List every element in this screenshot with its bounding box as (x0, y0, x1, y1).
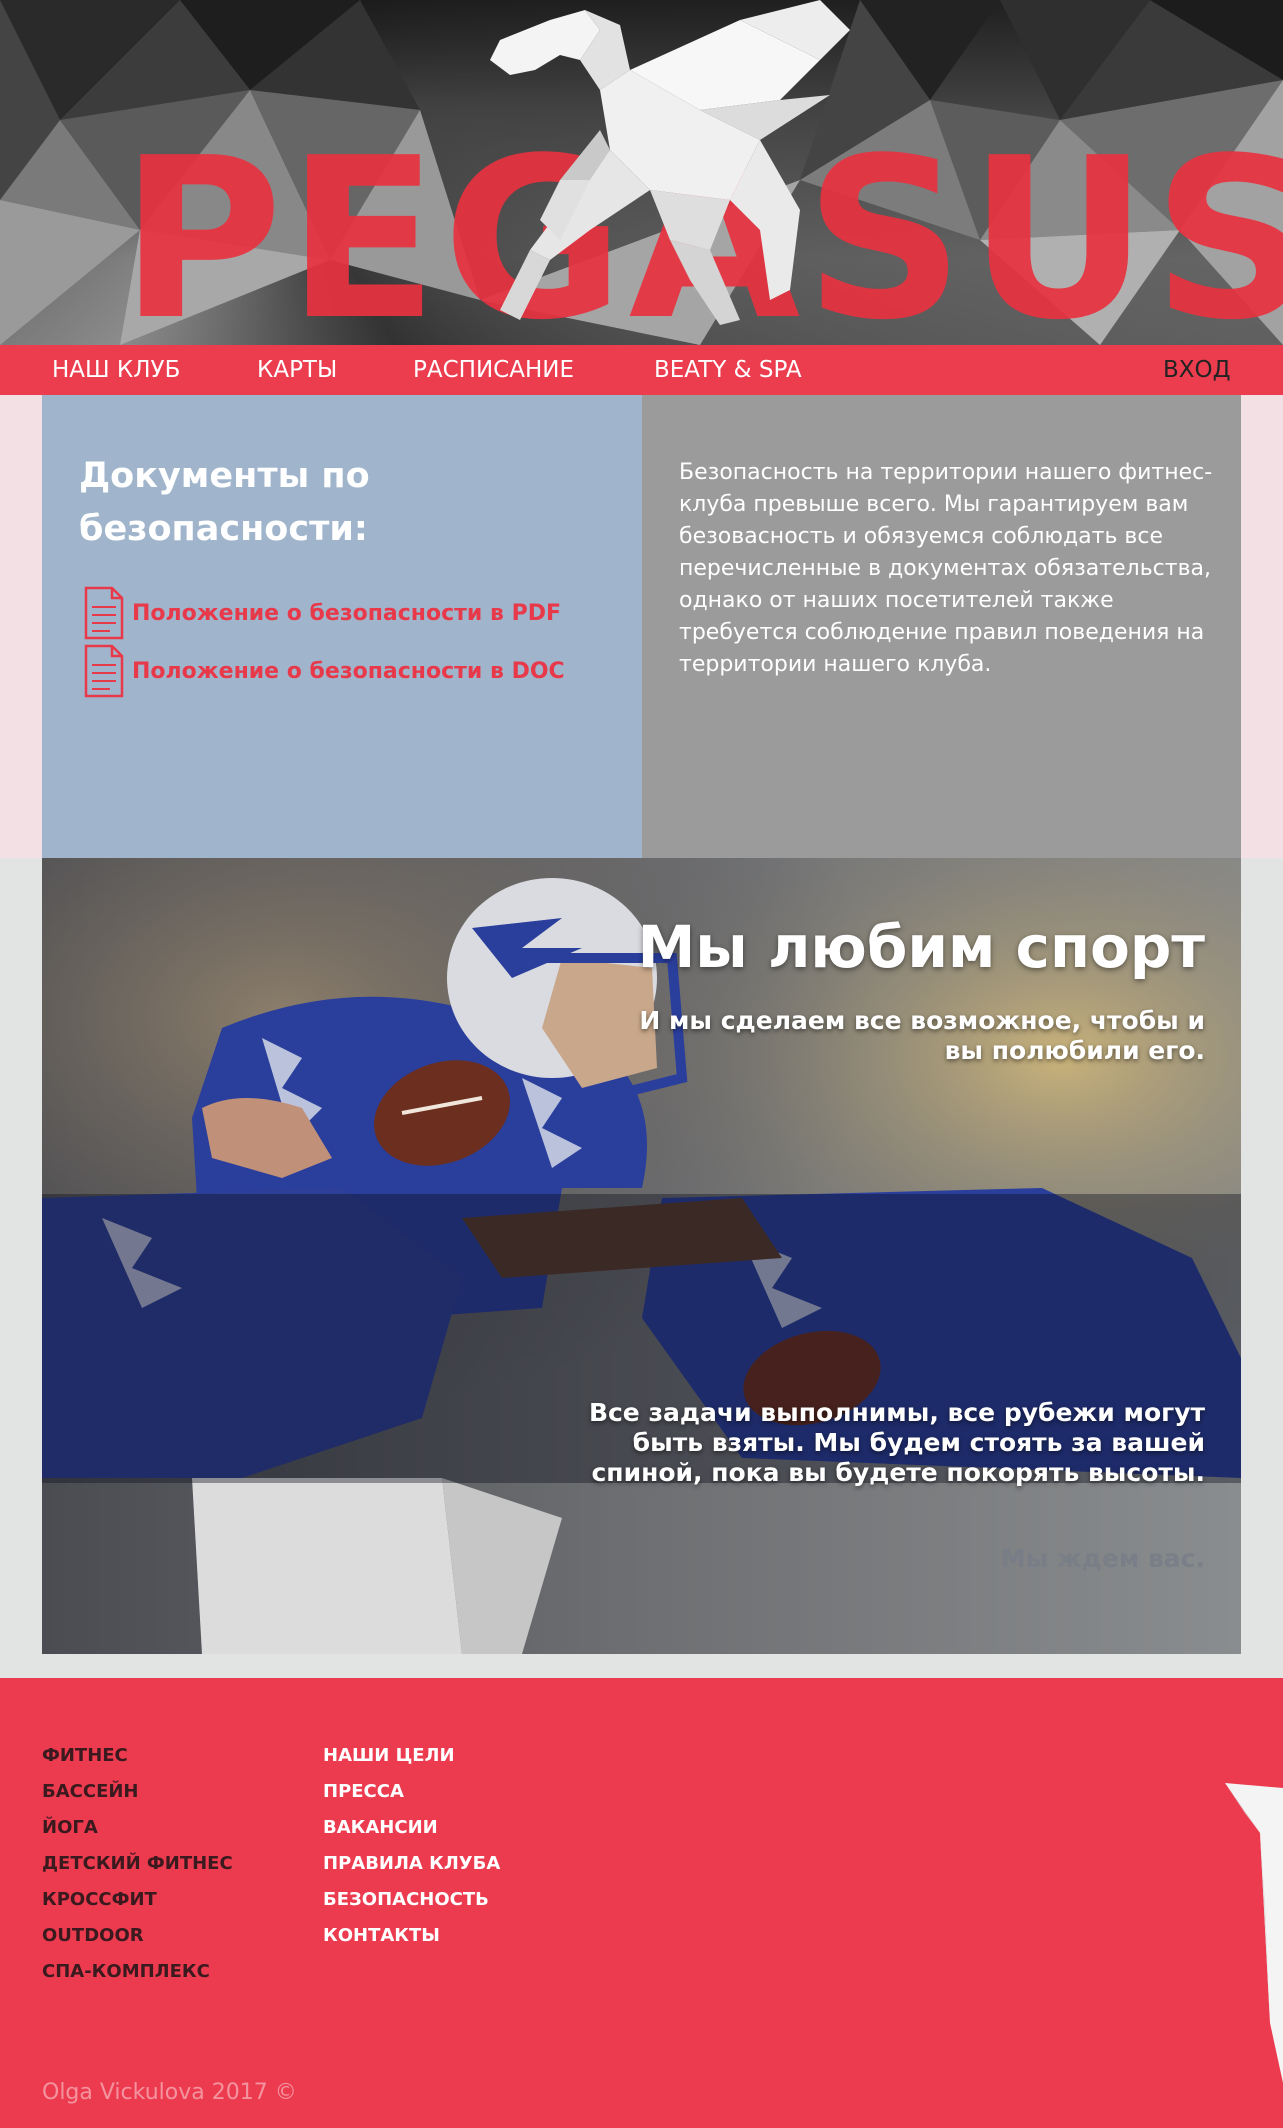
doc-document-link[interactable]: Положение о безопасности в DOC (82, 643, 565, 699)
sport-banner: Мы любим спорт И мы сделаем все возможно… (42, 858, 1241, 1654)
footer-link-fitness[interactable]: ФИТНЕС (42, 1738, 233, 1774)
pdf-document-link[interactable]: Положение о безопасности в PDF (82, 585, 561, 641)
nav-item-cards[interactable]: КАРТЫ (257, 345, 337, 395)
footer-about-list: НАШИ ЦЕЛИ ПРЕССА ВАКАНСИИ ПРАВИЛА КЛУБА … (323, 1738, 500, 1954)
footer-link-vacancies[interactable]: ВАКАНСИИ (323, 1810, 500, 1846)
footer-link-pool[interactable]: БАССЕЙН (42, 1774, 233, 1810)
docs-title: Документы по безопасности: (79, 456, 370, 549)
footer-services-list: ФИТНЕС БАССЕЙН ЙОГА ДЕТСКИЙ ФИТНЕС КРОСС… (42, 1738, 233, 1990)
security-info-text: Безопасность на территории нашего фитнес… (679, 460, 1213, 677)
footer-link-crossfit[interactable]: КРОССФИТ (42, 1882, 233, 1918)
pegasus-logo-icon (490, 0, 850, 325)
sport-closing-text: Мы ждем вас. (1000, 1544, 1205, 1573)
footer-link-spa[interactable]: СПА-КОМПЛЕКС (42, 1954, 233, 1990)
wing-decoration-icon (1225, 1783, 1283, 2083)
site-footer: ФИТНЕС БАССЕЙН ЙОГА ДЕТСКИЙ ФИТНЕС КРОСС… (0, 1678, 1283, 2128)
footer-link-contacts[interactable]: КОНТАКТЫ (323, 1918, 500, 1954)
footer-link-rules[interactable]: ПРАВИЛА КЛУБА (323, 1846, 500, 1882)
nav-item-club[interactable]: НАШ КЛУБ (52, 345, 180, 395)
nav-item-schedule[interactable]: РАСПИСАНИЕ (413, 345, 574, 395)
security-info-panel: Безопасность на территории нашего фитнес… (642, 395, 1241, 858)
nav-item-spa[interactable]: BEATY & SPA (654, 345, 802, 395)
main-nav: НАШ КЛУБ КАРТЫ РАСПИСАНИЕ BEATY & SPA ВХ… (0, 345, 1283, 395)
footer-link-goals[interactable]: НАШИ ЦЕЛИ (323, 1738, 500, 1774)
sport-heading: Мы любим спорт (637, 913, 1205, 981)
pdf-link-label[interactable]: Положение о безопасности в PDF (132, 601, 561, 626)
doc-link-label[interactable]: Положение о безопасности в DOC (132, 659, 565, 684)
footer-link-security[interactable]: БЕЗОПАСНОСТЬ (323, 1882, 500, 1918)
footer-link-kids-fitness[interactable]: ДЕТСКИЙ ФИТНЕС (42, 1846, 233, 1882)
footer-link-yoga[interactable]: ЙОГА (42, 1810, 233, 1846)
document-icon (84, 644, 124, 698)
sport-subheading: И мы сделаем все возможное, чтобы и вы п… (639, 1006, 1205, 1065)
copyright-text: Olga Vickulova 2017 © (42, 2080, 297, 2105)
login-link[interactable]: ВХОД (1163, 345, 1231, 395)
footer-link-press[interactable]: ПРЕССА (323, 1774, 500, 1810)
footer-link-outdoor[interactable]: OUTDOOR (42, 1918, 233, 1954)
document-icon (84, 586, 124, 640)
sport-body-text: Все задачи выполнимы, все рубежи могут б… (588, 1398, 1205, 1487)
security-documents-panel: Документы по безопасности: Положение о б… (42, 395, 642, 858)
site-header: PEGASUS (0, 0, 1283, 345)
